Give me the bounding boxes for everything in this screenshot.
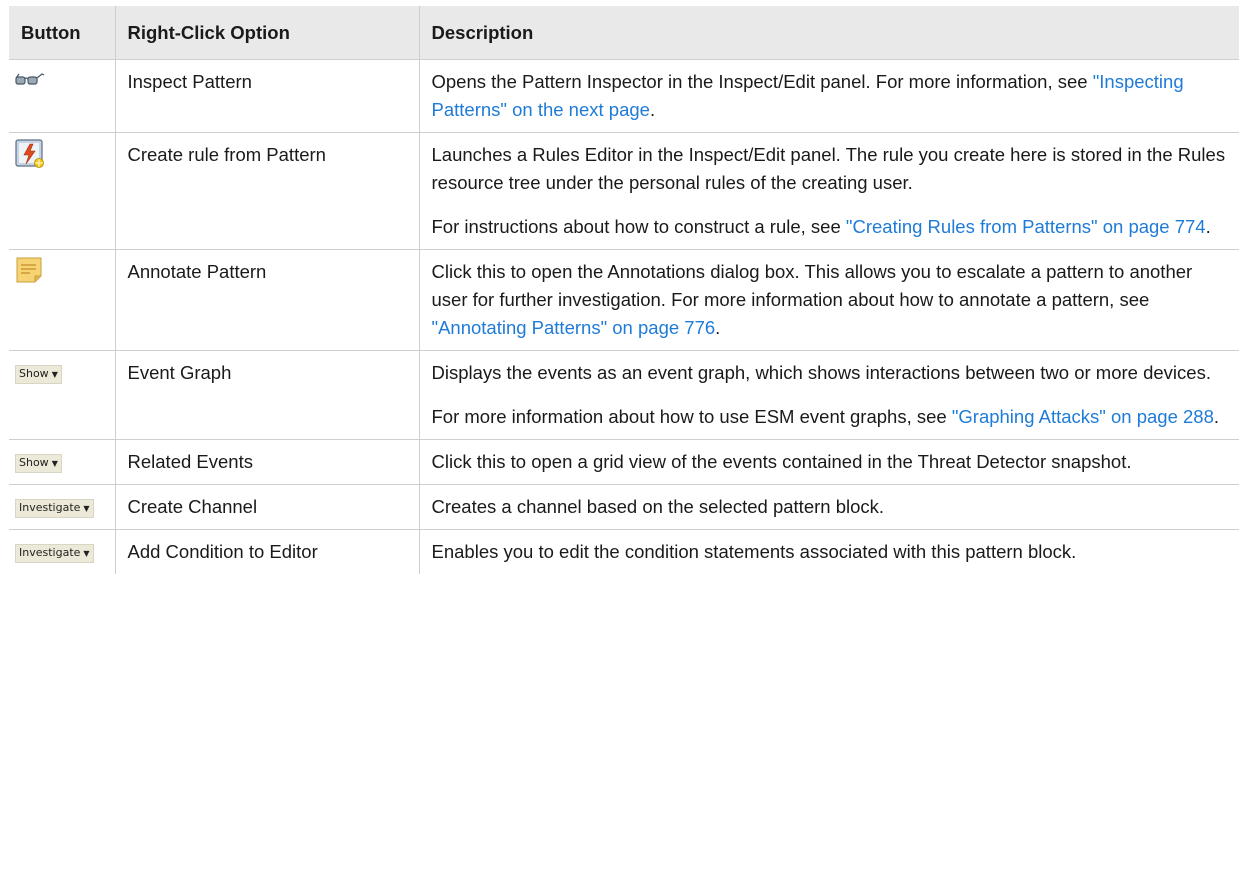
rule-lightning-icon[interactable]: [15, 139, 45, 177]
table-row: Annotate Pattern Click this to open the A…: [9, 249, 1239, 351]
right-click-option: Annotate Pattern: [115, 249, 420, 351]
show-dropdown-button[interactable]: Show ▼: [15, 365, 62, 384]
right-click-option: Create Channel: [115, 484, 420, 530]
button-cell: [9, 59, 116, 133]
right-click-option: Add Condition to Editor: [115, 529, 420, 574]
description-paragraph: Creates a channel based on the selected …: [432, 493, 1230, 521]
description-paragraph: For more information about how to use ES…: [432, 403, 1230, 431]
description-text: .: [1213, 406, 1220, 427]
right-click-option: Create rule from Pattern: [115, 132, 420, 250]
cross-reference-link[interactable]: "Creating Rules from Patterns" on page 7…: [846, 216, 1206, 237]
description-text: Creates a channel based on the selected …: [431, 496, 885, 517]
description-text: Enables you to edit the condition statem…: [431, 541, 1077, 562]
right-click-option: Inspect Pattern: [115, 59, 420, 133]
button-cell: Investigate ▼: [9, 529, 116, 574]
description-paragraph: Opens the Pattern Inspector in the Inspe…: [432, 68, 1230, 124]
investigate-dropdown-button[interactable]: Investigate ▼: [15, 499, 94, 518]
header-button: Button: [9, 6, 116, 60]
button-cell: [9, 249, 116, 351]
table-row: Show ▼ Event Graph Displays the events as a…: [9, 350, 1239, 440]
description-cell: Click this to open a grid view of the ev…: [419, 439, 1239, 485]
description-paragraph: Displays the events as an event graph, w…: [432, 359, 1230, 387]
button-cell: Show ▼: [9, 350, 116, 440]
chevron-down-icon: ▼: [83, 549, 90, 558]
description-text: For instructions about how to construct …: [431, 216, 846, 237]
button-cell: Investigate ▼: [9, 484, 116, 530]
description-text: .: [715, 317, 721, 338]
chevron-down-icon: ▼: [51, 370, 58, 379]
table-row: Show ▼ Related Events Click this to open a …: [9, 439, 1239, 485]
investigate-dropdown-button[interactable]: Investigate ▼: [15, 544, 94, 563]
dropdown-label: Investigate: [19, 501, 81, 514]
description-text: Click this to open a grid view of the ev…: [431, 451, 1132, 472]
header-description: Description: [419, 6, 1239, 60]
description-paragraph: Enables you to edit the condition statem…: [432, 538, 1230, 566]
description-text: .: [1205, 216, 1211, 237]
button-cell: Show ▼: [9, 439, 116, 485]
table-row: Investigate ▼ Add Condition to Editor Enabl…: [9, 529, 1239, 575]
description-text: .: [649, 99, 656, 120]
table-row: Create rule from Pattern Launches a Rules…: [9, 132, 1239, 250]
chevron-down-icon: ▼: [51, 459, 58, 468]
description-cell: Displays the events as an event graph, w…: [419, 350, 1239, 440]
table-header-row: Button Right-Click Option Description: [9, 6, 1239, 60]
description-paragraph: Launches a Rules Editor in the Inspect/E…: [432, 141, 1230, 197]
chevron-down-icon: ▼: [83, 504, 90, 513]
description-cell: Launches a Rules Editor in the Inspect/E…: [419, 132, 1239, 250]
table-row: Investigate ▼ Create Channel Creates a chan…: [9, 484, 1239, 530]
description-cell: Creates a channel based on the selected …: [419, 484, 1239, 530]
show-dropdown-button[interactable]: Show ▼: [15, 454, 62, 473]
description-text: Opens the Pattern Inspector in the Inspe…: [431, 71, 1093, 92]
cross-reference-link[interactable]: "Annotating Patterns" on page 776: [432, 317, 716, 338]
description-cell: Click this to open the Annotations dialo…: [419, 249, 1239, 351]
right-click-options-table: Button Right-Click Option Description In…: [9, 6, 1239, 574]
description-paragraph: For instructions about how to construct …: [432, 213, 1230, 241]
right-click-option: Event Graph: [115, 350, 420, 440]
dropdown-label: Show: [19, 456, 49, 469]
glasses-icon[interactable]: [15, 66, 45, 94]
description-text: Click this to open the Annotations dialo…: [431, 261, 1193, 310]
description-paragraph: Click this to open a grid view of the ev…: [432, 448, 1230, 476]
description-text: For more information about how to use ES…: [431, 406, 952, 427]
table-row: Inspect Pattern Opens the Pattern Inspect…: [9, 59, 1239, 133]
description-text: Displays the events as an event graph, w…: [431, 362, 1211, 383]
description-paragraph: Click this to open the Annotations dialo…: [432, 258, 1230, 342]
header-right-click-option: Right-Click Option: [115, 6, 420, 60]
description-text: Launches a Rules Editor in the Inspect/E…: [431, 144, 1226, 193]
button-cell: [9, 132, 116, 250]
dropdown-label: Investigate: [19, 546, 81, 559]
description-cell: Enables you to edit the condition statem…: [419, 530, 1239, 575]
sticky-note-icon[interactable]: [15, 256, 43, 292]
dropdown-label: Show: [19, 367, 49, 380]
right-click-option: Related Events: [115, 439, 420, 485]
cross-reference-link[interactable]: "Graphing Attacks" on page 288: [952, 406, 1214, 427]
description-cell: Opens the Pattern Inspector in the Inspe…: [419, 59, 1239, 133]
